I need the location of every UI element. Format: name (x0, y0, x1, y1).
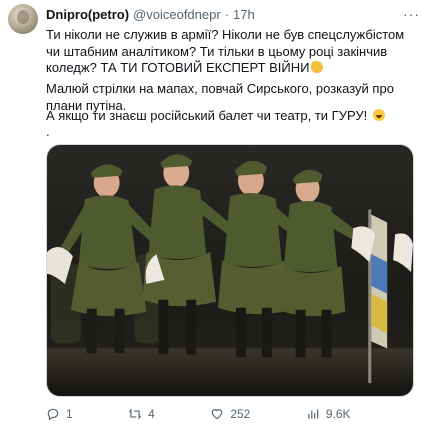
heart-icon (212, 409, 223, 420)
repost-count: 4 (148, 407, 155, 421)
author-name[interactable]: Dnipro(petro) (46, 7, 129, 22)
paragraph-1-text: Ти ніколи не служив в армії? Ніколи не б… (46, 27, 405, 75)
tweet-photo[interactable] (46, 144, 414, 397)
author-handle[interactable]: @voiceofdnepr (133, 7, 221, 22)
views-button[interactable]: 9.6K (306, 407, 351, 421)
repost-icon (128, 408, 142, 420)
tweet-text-paragraph-4: . (46, 124, 50, 139)
like-count: 252 (230, 407, 251, 421)
tweet-text-paragraph-3: А якщо ти знаєш російський балет чи теат… (46, 108, 416, 125)
tweet[interactable]: Dnipro(petro) @voiceofdnepr · 17h ··· Ти… (0, 0, 428, 431)
separator-dot: · (224, 6, 230, 22)
reply-button[interactable]: 1 (46, 407, 73, 421)
views-chart-icon (308, 409, 319, 419)
reply-icon (47, 408, 59, 421)
repost-button[interactable]: 4 (128, 407, 155, 421)
reply-count: 1 (66, 407, 73, 421)
post-time[interactable]: 17h (233, 7, 255, 22)
author-avatar[interactable] (8, 4, 38, 34)
view-count: 9.6K (325, 407, 351, 421)
like-button[interactable]: 252 (210, 407, 250, 421)
paragraph-3-text: А якщо ти знаєш російський балет чи теат… (46, 108, 368, 123)
grinning-squinting-face-icon (372, 109, 385, 121)
flexed-biceps-icon (311, 61, 324, 73)
tweet-header: Dnipro(petro) @voiceofdnepr · 17h ··· (46, 6, 420, 22)
tweet-actions-bar: 1 4 252 9.6K (46, 405, 418, 423)
dancers-photo-illustration (47, 145, 413, 396)
tweet-text-paragraph-1: Ти ніколи не служив в армії? Ніколи не б… (46, 27, 416, 77)
more-options-icon[interactable]: ··· (403, 6, 420, 22)
